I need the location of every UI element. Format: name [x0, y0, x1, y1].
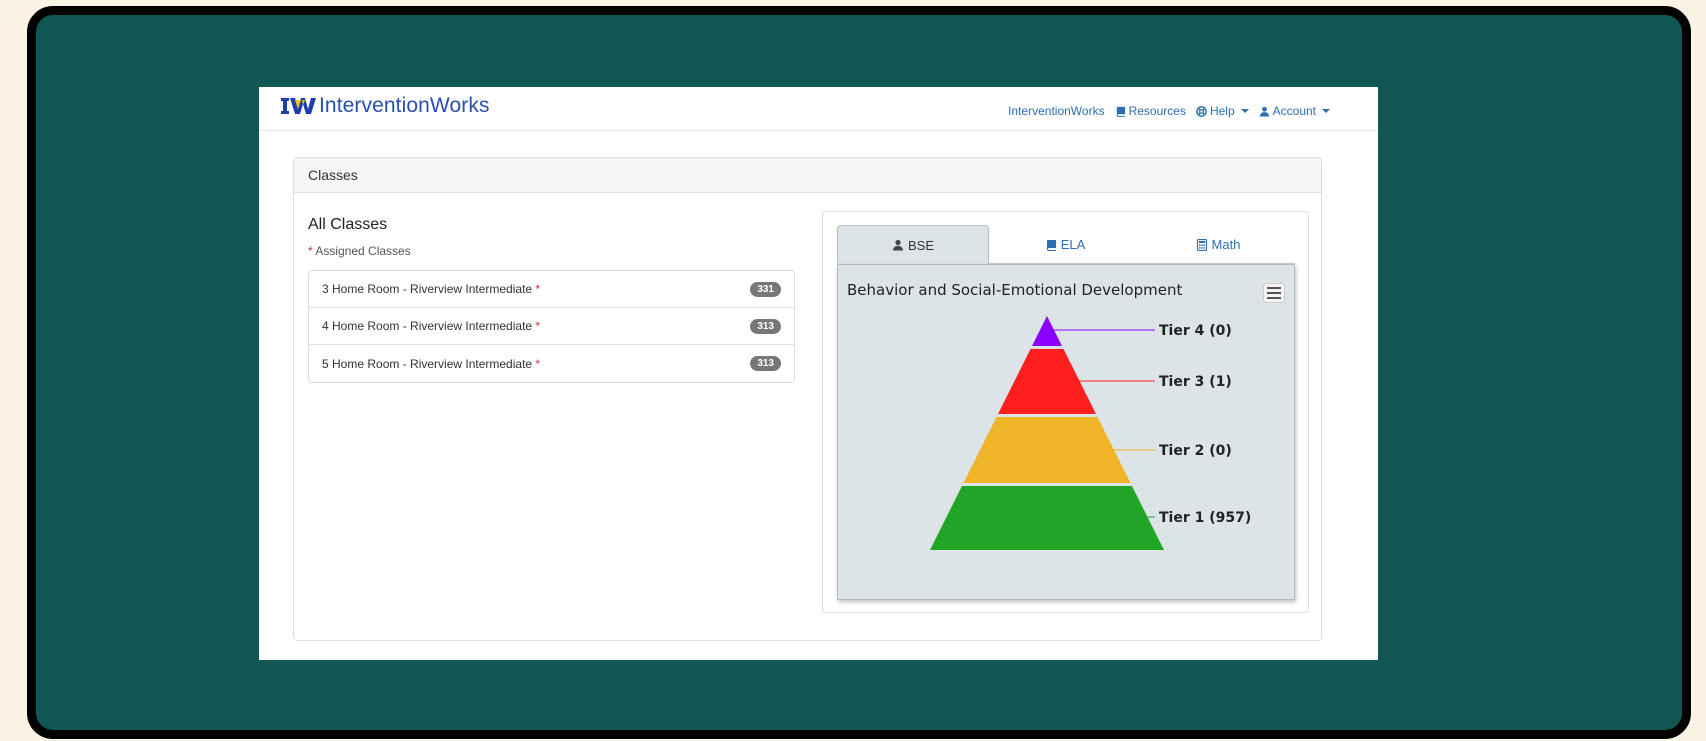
- book-icon: [1116, 106, 1125, 117]
- assigned-marker: *: [535, 282, 541, 296]
- nav-account-label: Account: [1272, 104, 1316, 118]
- nav-resources-label: Resources: [1128, 104, 1186, 118]
- tier-widget: BSE ELA Math Behavior and Social-Emotion…: [822, 211, 1309, 613]
- assigned-marker: *: [535, 319, 541, 333]
- user-icon: [892, 239, 903, 251]
- list-item[interactable]: 3 Home Room - Riverview Intermediate * 3…: [309, 271, 794, 308]
- calculator-icon: [1196, 238, 1207, 251]
- brand[interactable]: InterventionWorks: [281, 94, 490, 118]
- nav-help-label: Help: [1209, 104, 1235, 118]
- all-classes-title: All Classes: [308, 216, 388, 233]
- count-badge: 313: [750, 318, 781, 334]
- assigned-note-text: Assigned Classes: [315, 244, 411, 258]
- nav-account-dropdown[interactable]: Account: [1259, 104, 1330, 118]
- class-name-text: 3 Home Room - Riverview Intermediate: [322, 282, 533, 296]
- panel-heading: Classes: [294, 158, 1321, 193]
- nav-interventionworks-label: InterventionWorks: [1008, 104, 1105, 118]
- list-item[interactable]: 4 Home Room - Riverview Intermediate * 3…: [309, 308, 794, 345]
- tier-data-label: Tier 3 (1): [1159, 374, 1232, 390]
- app-window: InterventionWorks InterventionWorks Reso…: [259, 87, 1378, 660]
- count-badge: 331: [750, 281, 781, 297]
- assigned-classes-note: * Assigned Classes: [308, 244, 411, 258]
- navbar: InterventionWorks InterventionWorks Reso…: [259, 87, 1378, 131]
- pyramid-svg: Tier 4 (0) Tier 3 (1) Tier 2 (0) Tier 1 (95…: [930, 316, 1251, 550]
- class-name-text: 5 Home Room - Riverview Intermediate: [322, 356, 533, 371]
- pyramid-segment-tier-2[interactable]: [963, 417, 1131, 483]
- pyramid-segment-tier-1[interactable]: [930, 486, 1164, 550]
- tab-math[interactable]: Math: [1141, 225, 1295, 264]
- class-name: 5 Home Room - Riverview Intermediate *: [322, 357, 540, 371]
- brand-logo-icon: [281, 98, 316, 114]
- lifebuoy-icon: [1196, 105, 1207, 117]
- count-badge: 313: [750, 356, 781, 371]
- nav-resources-link[interactable]: Resources: [1115, 104, 1186, 118]
- tier-data-label: Tier 2 (0): [1159, 443, 1232, 459]
- pyramid-segment-tier-4[interactable]: [1032, 316, 1062, 346]
- class-name-text: 4 Home Room - Riverview Intermediate: [322, 319, 533, 333]
- class-name: 4 Home Room - Riverview Intermediate *: [322, 319, 540, 333]
- class-name: 3 Home Room - Riverview Intermediate *: [322, 282, 540, 296]
- book-icon: [1046, 239, 1056, 251]
- tab-math-label: Math: [1211, 237, 1241, 252]
- chevron-down-icon: [1322, 109, 1330, 113]
- tier-data-label: Tier 4 (0): [1159, 323, 1232, 339]
- list-item[interactable]: 5 Home Room - Riverview Intermediate * 3…: [309, 345, 794, 382]
- tab-bse[interactable]: BSE: [837, 225, 989, 264]
- pyramid-chart: Behavior and Social-Emotional Developmen…: [837, 264, 1295, 600]
- tab-bse-label: BSE: [907, 237, 934, 253]
- assigned-marker: *: [535, 356, 541, 371]
- tab-ela[interactable]: ELA: [989, 225, 1141, 264]
- nav-help-dropdown[interactable]: Help: [1196, 104, 1249, 118]
- nav-interventionworks-link[interactable]: InterventionWorks: [1008, 104, 1105, 118]
- nav-links: InterventionWorks Resources Help Account: [1008, 104, 1330, 118]
- brand-name: InterventionWorks: [319, 94, 490, 117]
- classes-panel: Classes All Classes * Assigned Classes 3…: [293, 157, 1322, 641]
- user-icon: [1259, 106, 1269, 117]
- class-list: 3 Home Room - Riverview Intermediate * 3…: [308, 270, 795, 383]
- tab-ela-label: ELA: [1060, 237, 1086, 252]
- assigned-marker: *: [308, 244, 313, 258]
- subject-tabs: BSE ELA Math: [837, 225, 1295, 264]
- tier-data-label: Tier 1 (957): [1159, 510, 1251, 526]
- chevron-down-icon: [1240, 109, 1249, 113]
